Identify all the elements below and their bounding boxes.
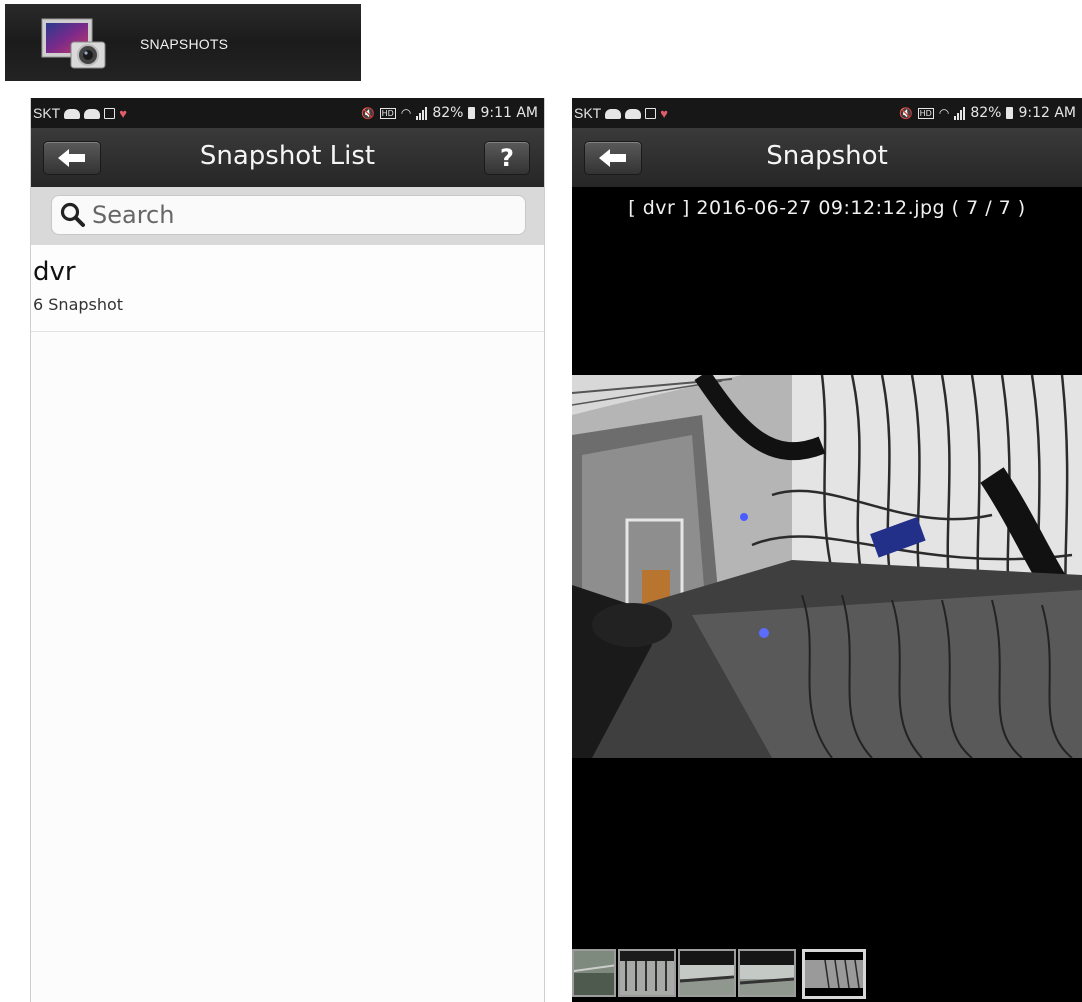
- page-title: Snapshot List: [199, 141, 376, 171]
- snapshot-photo-graphic: [572, 375, 1082, 758]
- photo-camera-icon: [41, 18, 106, 69]
- thumbnail[interactable]: [738, 949, 796, 997]
- list-item[interactable]: dvr 6 Snapshot: [31, 245, 544, 332]
- thumbnail-strip: [572, 949, 866, 999]
- wifi-icon: ◠: [400, 106, 412, 120]
- cloud-icon: [605, 109, 622, 119]
- page-title: Snapshot: [766, 141, 888, 171]
- status-bar: SKT ♥ 🔇 HD ◠ 82% 9:12 AM: [572, 98, 1082, 128]
- wifi-icon: ◠: [938, 106, 950, 120]
- search-input[interactable]: [92, 201, 492, 229]
- snapshot-image[interactable]: [572, 375, 1082, 758]
- carrier-label: SKT: [574, 105, 602, 121]
- signal-icon: [416, 106, 428, 120]
- clock: 9:11 AM: [480, 105, 538, 121]
- cloud-icon: [84, 109, 101, 119]
- clock: 9:12 AM: [1018, 105, 1076, 121]
- app-bar: Snapshot List ?: [31, 128, 544, 187]
- carrier-label: SKT: [33, 105, 61, 121]
- search-field[interactable]: [51, 195, 526, 235]
- heart-icon: ♥: [119, 105, 127, 121]
- battery-icon: [1006, 107, 1014, 119]
- search-bar: [31, 187, 544, 245]
- cloud-icon: [64, 109, 81, 119]
- banner-title: SNAPSHOTS: [140, 36, 229, 52]
- signal-icon: [954, 106, 966, 120]
- image-notification-icon: [104, 107, 116, 119]
- battery-level: 82%: [432, 105, 464, 121]
- battery-icon: [468, 107, 476, 119]
- image-notification-icon: [645, 107, 657, 119]
- search-icon: [60, 202, 85, 227]
- hd-voice-icon: HD: [379, 107, 396, 119]
- snapshot-list-screen: SKT ♥ 🔇 HD ◠ 82% 9:11 AM Snapshot List ?: [30, 98, 545, 1002]
- snapshot-viewer-screen: SKT ♥ 🔇 HD ◠ 82% 9:12 AM Snapshot [ dvr …: [572, 98, 1082, 1002]
- snapshot-caption: [ dvr ] 2016-06-27 09:12:12.jpg ( 7 / 7 …: [628, 197, 1026, 219]
- battery-level: 82%: [970, 105, 1002, 121]
- list-item-subtitle: 6 Snapshot: [33, 295, 124, 314]
- thumbnail[interactable]: [618, 949, 676, 997]
- app-banner: SNAPSHOTS: [5, 4, 361, 81]
- thumbnail[interactable]: [678, 949, 736, 997]
- help-button[interactable]: ?: [484, 141, 530, 175]
- list-item-title: dvr: [33, 257, 76, 287]
- app-bar: Snapshot: [572, 128, 1082, 187]
- mute-icon: 🔇: [898, 106, 913, 120]
- thumbnail-selected[interactable]: [802, 949, 866, 999]
- mute-icon: 🔇: [360, 106, 375, 120]
- cloud-icon: [625, 109, 642, 119]
- status-bar: SKT ♥ 🔇 HD ◠ 82% 9:11 AM: [31, 98, 544, 128]
- thumbnail[interactable]: [572, 949, 616, 997]
- heart-icon: ♥: [660, 105, 668, 121]
- hd-voice-icon: HD: [917, 107, 934, 119]
